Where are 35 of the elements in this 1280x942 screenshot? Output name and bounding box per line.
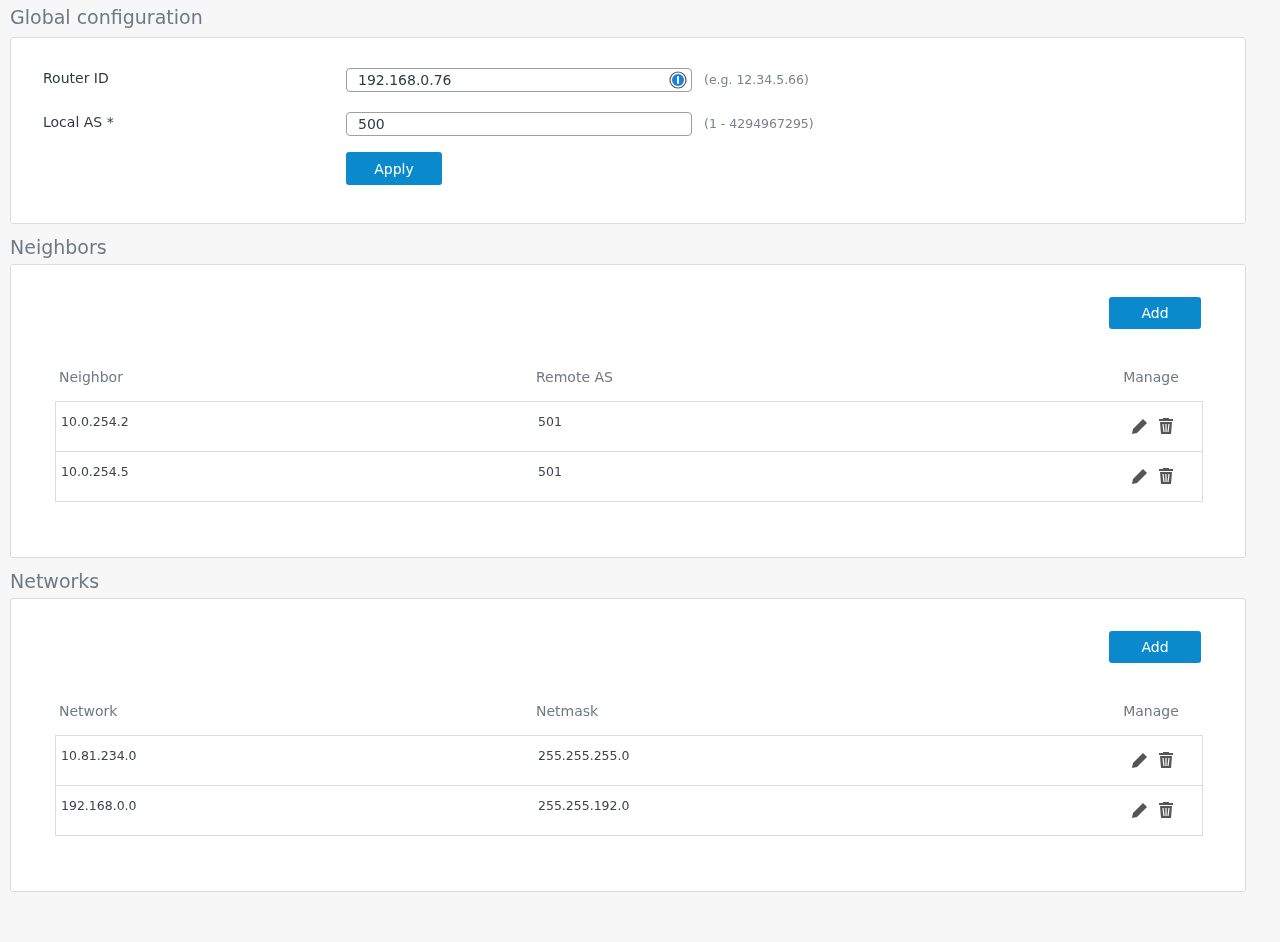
column-header: Neighbor xyxy=(58,369,124,385)
field-label: Router ID xyxy=(43,69,110,86)
table-cell-text: 10.0.254.2 xyxy=(60,413,130,429)
table-cell-text: 255.255.255.0 xyxy=(538,747,631,763)
circle-bar-icon[interactable] xyxy=(669,71,687,89)
edit-icon[interactable] xyxy=(1130,467,1149,485)
column-header: Manage xyxy=(1122,369,1180,385)
add-button[interactable]: Add xyxy=(1109,297,1201,329)
column-header: Network xyxy=(58,703,119,719)
input-field[interactable]: 500 xyxy=(346,112,692,136)
delete-icon[interactable] xyxy=(1157,467,1174,485)
section-title: Global configuration xyxy=(10,5,204,30)
delete-icon[interactable] xyxy=(1157,417,1174,435)
section-title: Networks xyxy=(10,569,101,594)
delete-icon[interactable] xyxy=(1157,801,1174,819)
table-cell-text: 501 xyxy=(538,413,563,429)
table-cell-text: 255.255.192.0 xyxy=(538,797,631,813)
field-hint: (e.g. 12.34.5.66) xyxy=(704,71,809,87)
input-field[interactable]: 192.168.0.76 xyxy=(346,68,692,92)
column-header: Netmask xyxy=(536,703,600,719)
table-cell-text: 192.168.0.0 xyxy=(60,797,138,813)
edit-icon[interactable] xyxy=(1130,801,1149,819)
edit-icon[interactable] xyxy=(1130,417,1149,435)
field-label: Local AS * xyxy=(43,113,115,130)
apply-button[interactable]: Apply xyxy=(346,152,442,185)
add-button[interactable]: Add xyxy=(1109,631,1201,663)
edit-icon[interactable] xyxy=(1130,751,1149,769)
column-header: Manage xyxy=(1122,703,1180,719)
column-header: Remote AS xyxy=(536,369,614,385)
field-hint: (1 - 4294967295) xyxy=(704,115,814,131)
delete-icon[interactable] xyxy=(1157,751,1174,769)
table-cell-text: 10.81.234.0 xyxy=(60,747,138,763)
table-cell-text: 10.0.254.5 xyxy=(60,463,130,479)
table-cell-text: 501 xyxy=(538,463,563,479)
section-title: Neighbors xyxy=(10,235,108,260)
